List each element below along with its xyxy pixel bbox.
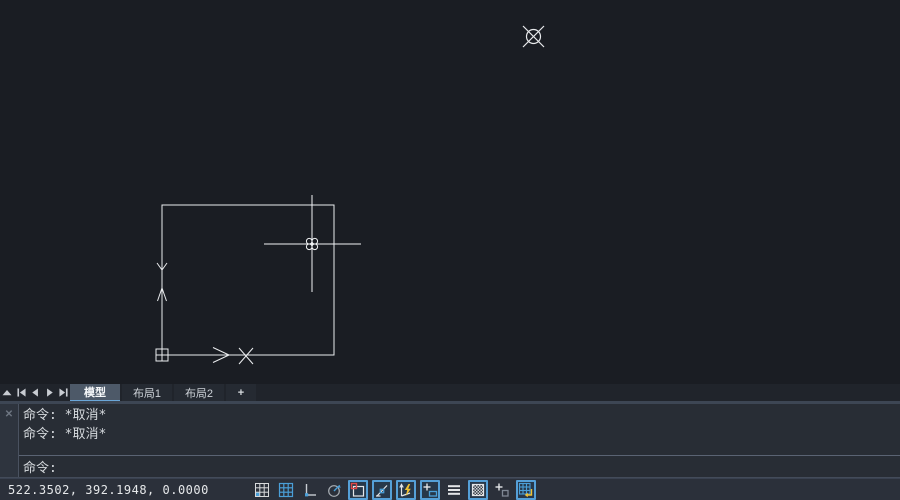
status-bar: 522.3502, 392.1948, 0.0000 — [0, 478, 900, 500]
transparency-toggle[interactable] — [468, 480, 488, 500]
command-gutter: ✕ — [0, 404, 19, 477]
annotation-scale-icon — [518, 482, 534, 498]
next-tab-button[interactable] — [42, 384, 56, 401]
tabbar-spacer — [258, 384, 900, 401]
snap-mode-toggle[interactable] — [252, 480, 272, 500]
annotation-scale-toggle[interactable] — [516, 480, 536, 500]
snap-grid-icon — [254, 482, 270, 498]
first-tab-button[interactable] — [14, 384, 28, 401]
canvas-drawing: Y X — [0, 0, 900, 384]
object-snap-tracking-toggle[interactable] — [372, 480, 392, 500]
tab-menu-up-button[interactable] — [0, 384, 14, 401]
dynamic-input-icon — [398, 482, 414, 498]
polar-tracking-toggle[interactable] — [324, 480, 344, 500]
lineweight-list-toggle[interactable] — [444, 480, 464, 500]
command-history-line: 命令: *取消* — [23, 406, 896, 425]
command-text-area[interactable]: 命令: *取消*命令: *取消* 命令: — [19, 404, 900, 477]
lineweight-icon — [422, 482, 438, 498]
dynamic-input-toggle[interactable] — [396, 480, 416, 500]
view-indicator-icon[interactable] — [523, 26, 544, 47]
command-history-line: 命令: *取消* — [23, 425, 896, 444]
command-input-line[interactable]: 命令: — [19, 455, 900, 477]
tab-layout1[interactable]: 布局1 — [122, 384, 172, 401]
rectangle-entity[interactable] — [162, 205, 334, 355]
ortho-icon — [302, 482, 318, 498]
show-lineweight-toggle[interactable] — [420, 480, 440, 500]
object-snap-toggle[interactable] — [348, 480, 368, 500]
coordinate-readout: 522.3502, 392.1948, 0.0000 — [0, 483, 252, 497]
ortho-mode-toggle[interactable] — [300, 480, 320, 500]
polar-icon — [326, 482, 342, 498]
tab-model[interactable]: 模型 — [70, 384, 120, 401]
add-layout-button[interactable]: + — [226, 384, 256, 401]
last-tab-button[interactable] — [56, 384, 70, 401]
command-line-panel: ✕ 命令: *取消*命令: *取消* 命令: — [0, 401, 900, 478]
selection-cycling-toggle[interactable] — [492, 480, 512, 500]
command-history: 命令: *取消*命令: *取消* — [19, 404, 900, 455]
transparency-icon — [470, 482, 486, 498]
grid-display-toggle[interactable] — [276, 480, 296, 500]
status-toggles — [252, 480, 536, 500]
crosshair-cursor — [264, 195, 361, 292]
command-prompt: 命令: — [23, 457, 57, 476]
close-command-icon[interactable]: ✕ — [5, 410, 13, 477]
previous-tab-button[interactable] — [28, 384, 42, 401]
three-lines-icon — [446, 482, 462, 498]
layout-tab-bar: 模型 布局1 布局2 + — [0, 384, 900, 401]
cad-application-window: Y X 模型 布局1 — [0, 0, 900, 500]
tab-layout2[interactable]: 布局2 — [174, 384, 224, 401]
selection-cycling-icon — [494, 482, 510, 498]
object-snap-icon — [350, 482, 366, 498]
grid-icon — [278, 482, 294, 498]
model-space-canvas[interactable]: Y X — [0, 0, 900, 384]
ucs-icon — [156, 263, 253, 364]
object-snap-tracking-icon — [374, 482, 390, 498]
